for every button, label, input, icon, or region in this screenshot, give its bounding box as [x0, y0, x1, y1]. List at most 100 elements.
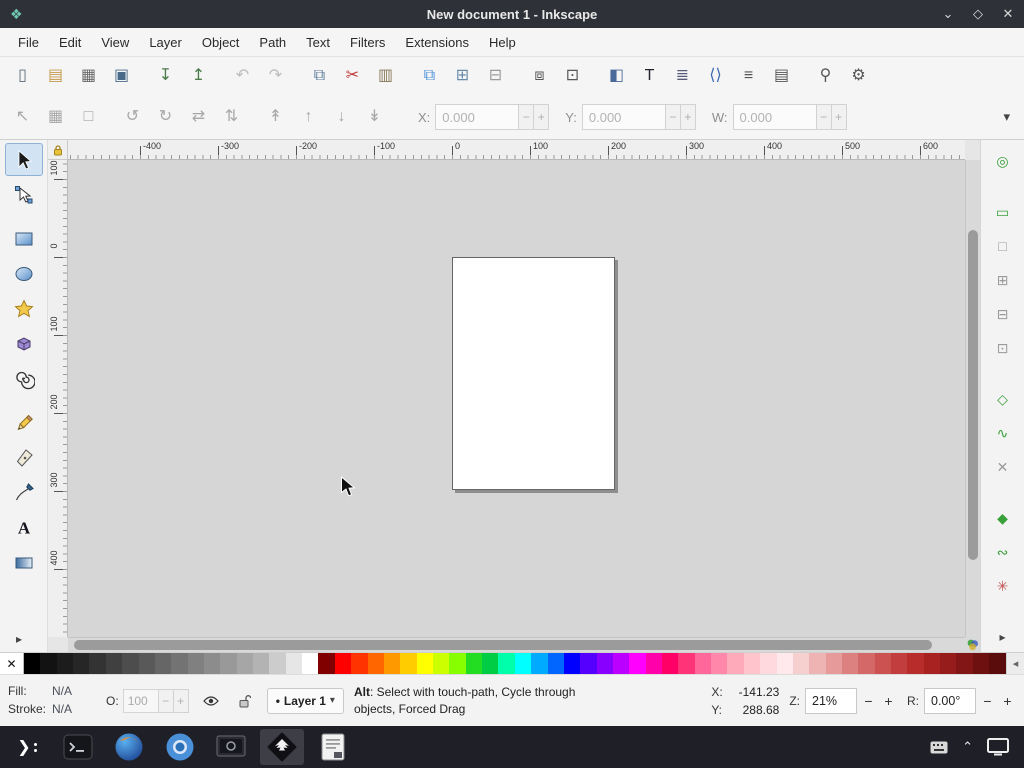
duplicate-button[interactable]: ⧉	[413, 61, 446, 91]
opacity-increment-button[interactable]: +	[173, 688, 189, 713]
snapbar-expander-icon[interactable]: ▸	[999, 630, 1005, 644]
palette-swatch[interactable]	[105, 653, 123, 674]
palette-swatch[interactable]	[612, 653, 630, 674]
snap-midpoints-button[interactable]: ✳	[989, 573, 1017, 598]
palette-swatch[interactable]	[956, 653, 973, 674]
palette-swatch[interactable]	[302, 653, 319, 674]
palette-scroll-button[interactable]: ◂	[1006, 653, 1024, 674]
snap-cusp-nodes-button[interactable]: ◆	[989, 505, 1017, 530]
lower-button[interactable]: ↓	[325, 102, 358, 132]
close-button[interactable]: ✕	[1000, 6, 1016, 22]
new-document-button[interactable]: ▯	[6, 61, 39, 91]
save-button[interactable]: ▣	[105, 61, 138, 91]
menu-layer[interactable]: Layer	[139, 31, 192, 54]
snap-smooth-nodes-button[interactable]: ∾	[989, 539, 1017, 564]
snap-path-intersections-button[interactable]: ✕	[989, 454, 1017, 479]
snap-bounding-box-button[interactable]: ▭	[989, 199, 1017, 224]
palette-swatch[interactable]	[645, 653, 663, 674]
deselect-button[interactable]: □	[72, 102, 105, 132]
palette-swatch[interactable]	[972, 653, 990, 674]
palette-swatch[interactable]	[24, 653, 41, 674]
palette-swatch[interactable]	[809, 653, 826, 674]
keyboard-indicator-icon[interactable]	[930, 741, 948, 754]
snap-bbox-centers-button[interactable]: ⊡	[989, 335, 1017, 360]
copy-button[interactable]: ⧉	[303, 61, 336, 91]
x-input[interactable]	[435, 104, 520, 130]
palette-swatch[interactable]	[351, 653, 368, 674]
palette-swatch[interactable]	[825, 653, 842, 674]
palette-swatch[interactable]	[449, 653, 466, 674]
horizontal-scrollbar[interactable]	[68, 637, 965, 652]
palette-swatch[interactable]	[891, 653, 908, 674]
palette-swatch[interactable]	[760, 653, 777, 674]
palette-swatch[interactable]	[514, 653, 532, 674]
preferences-button[interactable]: ⚙	[842, 61, 875, 91]
star-tool[interactable]	[5, 292, 43, 325]
screenshot-tool-launcher[interactable]	[209, 729, 253, 765]
palette-swatch[interactable]	[432, 653, 450, 674]
group-button[interactable]: ⧈	[523, 61, 556, 91]
palette-swatch[interactable]	[482, 653, 499, 674]
palette-swatch[interactable]	[236, 653, 254, 674]
maximize-button[interactable]: ◇	[970, 6, 986, 22]
opacity-decrement-button[interactable]: −	[158, 688, 174, 713]
palette-swatch[interactable]	[334, 653, 352, 674]
raise-button[interactable]: ↑	[292, 102, 325, 132]
palette-swatch[interactable]	[154, 653, 172, 674]
palette-swatch[interactable]	[940, 653, 957, 674]
node-editor-tool[interactable]	[5, 178, 43, 211]
flip-vertical-button[interactable]: ⇅	[215, 102, 248, 132]
snap-paths-button[interactable]: ∿	[989, 420, 1017, 445]
select-all-button[interactable]: ↖	[6, 102, 39, 132]
palette-swatch[interactable]	[547, 653, 564, 674]
menu-object[interactable]: Object	[192, 31, 250, 54]
palette-swatch[interactable]	[171, 653, 188, 674]
raise-to-top-button[interactable]: ↟	[259, 102, 292, 132]
snap-bbox-edge-midpoints-button[interactable]: ⊟	[989, 301, 1017, 326]
palette-swatch[interactable]	[318, 653, 335, 674]
menu-filters[interactable]: Filters	[340, 31, 395, 54]
gradient-tool[interactable]	[5, 546, 43, 579]
palette-swatch[interactable]	[858, 653, 875, 674]
palette-swatch[interactable]	[89, 653, 106, 674]
palette-swatch[interactable]	[874, 653, 892, 674]
toolbox-expander-icon[interactable]: ▸	[16, 632, 22, 646]
snap-bbox-edges-button[interactable]: □	[989, 233, 1017, 258]
w-input[interactable]	[732, 104, 817, 130]
shade-window-button[interactable]: ⌄	[940, 6, 956, 22]
snap-enable-button[interactable]: ◎	[989, 148, 1017, 173]
menu-help[interactable]: Help	[479, 31, 526, 54]
palette-swatch[interactable]	[285, 653, 303, 674]
display-icon[interactable]	[987, 738, 1009, 756]
layer-visibility-toggle[interactable]	[199, 689, 223, 713]
current-layer-dropdown[interactable]: • Layer 1 ▾	[266, 687, 344, 714]
no-color-swatch[interactable]: ✕	[0, 653, 24, 674]
menu-edit[interactable]: Edit	[49, 31, 91, 54]
palette-swatch[interactable]	[792, 653, 810, 674]
panel-expand-icon[interactable]: ⌃	[962, 739, 973, 755]
menu-path[interactable]: Path	[249, 31, 296, 54]
lower-to-bottom-button[interactable]: ↡	[358, 102, 391, 132]
selector-tool[interactable]	[4, 143, 43, 176]
unlink-clone-button[interactable]: ⊟	[479, 61, 512, 91]
ruler-corner[interactable]	[48, 140, 68, 160]
find-button[interactable]: ⚲	[809, 61, 842, 91]
vertical-scrollbar-thumb[interactable]	[968, 230, 978, 560]
fill-stroke-indicator[interactable]: Fill: N/A Stroke: N/A	[8, 683, 72, 718]
redo-button[interactable]: ↷	[259, 61, 292, 91]
text-dialog-button[interactable]: T	[633, 61, 666, 91]
ellipse-tool[interactable]	[5, 257, 43, 290]
horizontal-scrollbar-thumb[interactable]	[74, 640, 932, 650]
palette-swatch[interactable]	[694, 653, 712, 674]
document-properties-button[interactable]: ▤	[765, 61, 798, 91]
palette-swatch[interactable]	[416, 653, 433, 674]
open-document-button[interactable]: ▤	[39, 61, 72, 91]
spiral-tool[interactable]	[5, 362, 43, 395]
y-increment-button[interactable]: +	[680, 104, 696, 130]
opacity-input[interactable]	[122, 688, 159, 713]
fill-stroke-dialog-button[interactable]: ◧	[600, 61, 633, 91]
palette-swatch[interactable]	[400, 653, 417, 674]
palette-swatch[interactable]	[73, 653, 90, 674]
inkscape-taskbar-button[interactable]	[260, 729, 304, 765]
palette-swatch[interactable]	[498, 653, 515, 674]
